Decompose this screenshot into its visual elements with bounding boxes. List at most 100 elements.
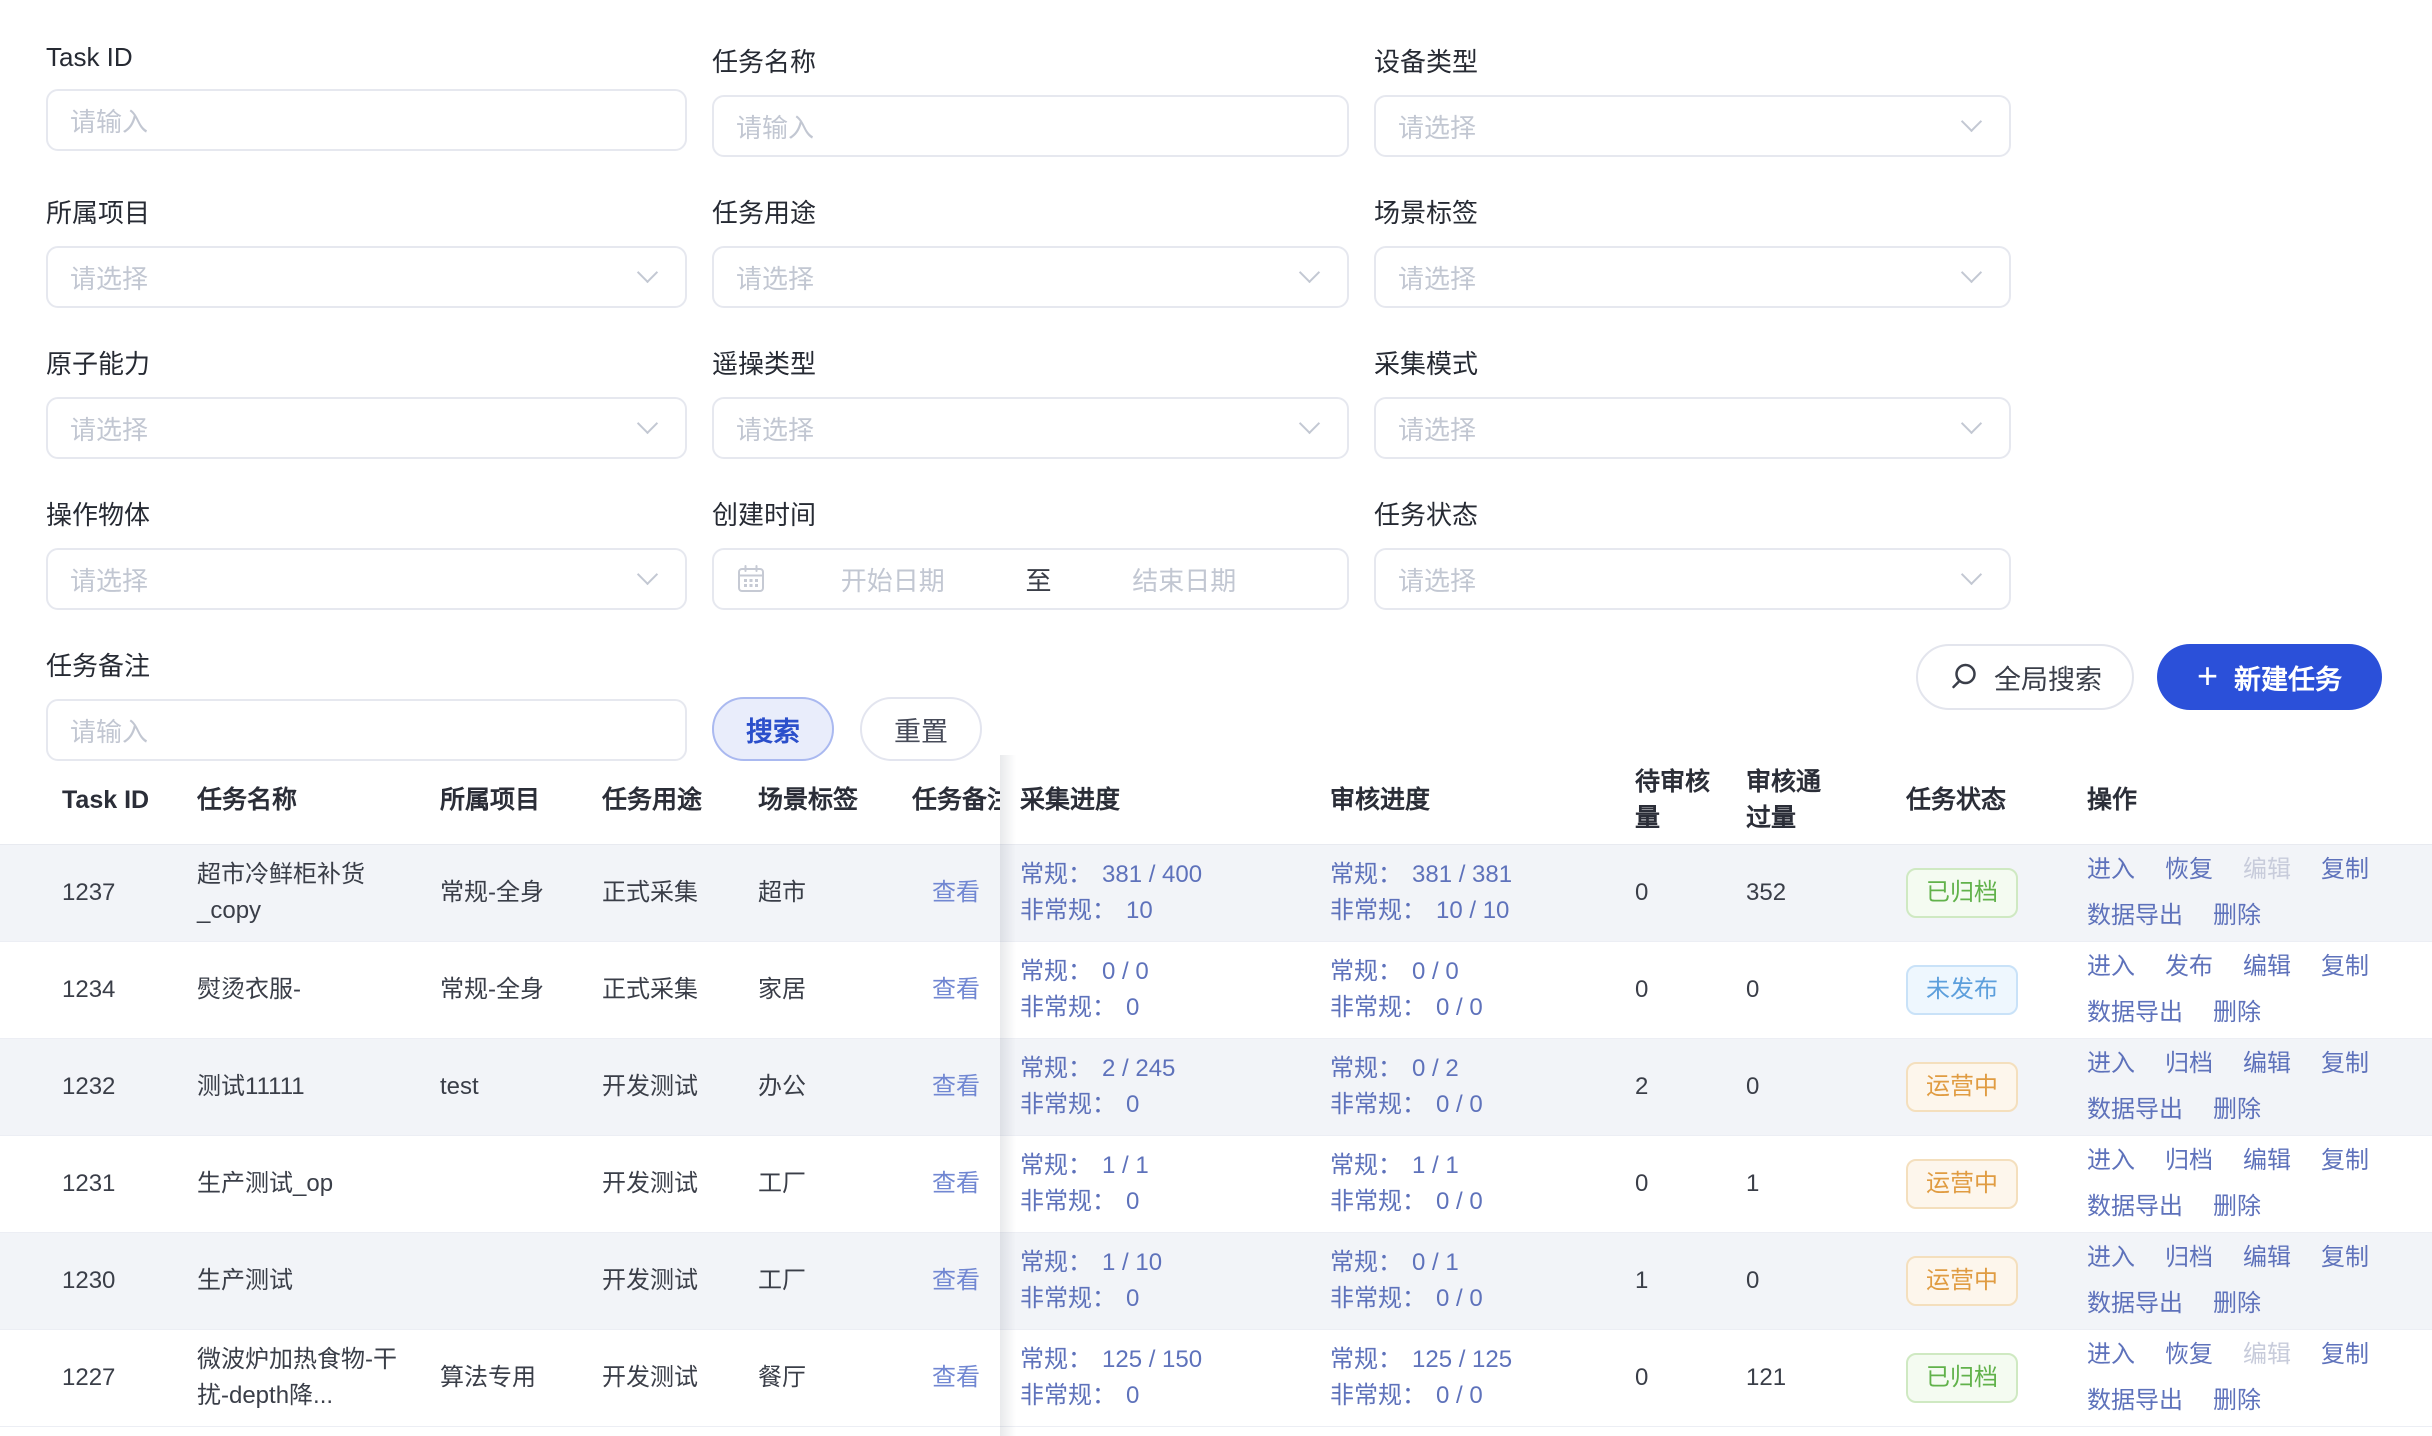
start-date-placeholder[interactable]: 开始日期 — [766, 561, 1020, 598]
op-link[interactable]: 发布 — [2165, 945, 2213, 989]
op-link[interactable]: 复制 — [2321, 1236, 2369, 1280]
header-scene-tag: 场景标签 — [758, 782, 888, 818]
cell-passed-count: 121 — [1746, 1360, 1830, 1396]
placeholder-text: 请选择 — [1398, 108, 1476, 145]
op-link[interactable]: 编辑 — [2243, 1139, 2291, 1183]
field-label: 场景标签 — [1374, 193, 2011, 230]
op-link[interactable]: 编辑 — [2243, 1042, 2291, 1086]
filter-field-operate-object: 操作物体 请选择 — [46, 495, 687, 610]
calendar-icon — [736, 564, 766, 594]
cell-pending-count: 0 — [1635, 972, 1715, 1008]
op-link[interactable]: 编辑 — [2243, 1236, 2291, 1280]
op-link[interactable]: 数据导出 — [2087, 1185, 2183, 1229]
table-header: Task ID 任务名称 所属项目 任务用途 场景标签 任务备注 采集进度 审核… — [0, 755, 2432, 845]
op-link[interactable]: 复制 — [2321, 1333, 2369, 1377]
op-link[interactable]: 复制 — [2321, 945, 2369, 989]
status-badge: 已归档 — [1906, 1353, 2018, 1403]
op-link[interactable]: 删除 — [2213, 1088, 2261, 1132]
task-name-input[interactable]: 请输入 — [712, 95, 1349, 157]
view-remark-link[interactable]: 查看 — [932, 879, 980, 906]
op-link[interactable]: 数据导出 — [2087, 991, 2183, 1035]
cell-passed-count: 352 — [1746, 875, 1830, 911]
collect-mode-select[interactable]: 请选择 — [1374, 397, 2011, 459]
reset-button[interactable]: 重置 — [860, 697, 982, 761]
op-link[interactable]: 删除 — [2213, 1379, 2261, 1423]
atomic-ability-select[interactable]: 请选择 — [46, 397, 687, 459]
cell-project: 常规-全身 — [440, 972, 544, 1008]
op-link[interactable]: 删除 — [2213, 1282, 2261, 1326]
op-link[interactable]: 复制 — [2321, 848, 2369, 892]
cell-collect-progress: 常规：1 / 1 非常规：0 — [1020, 1148, 1310, 1220]
header-purpose: 任务用途 — [602, 782, 742, 818]
cell-task-id: 1234 — [62, 972, 158, 1008]
create-task-button[interactable]: + 新建任务 — [2157, 644, 2382, 710]
row-operations: 进入 归档 编辑 复制 数据导出 删除 — [2087, 1236, 2407, 1326]
placeholder-text: 请选择 — [70, 259, 148, 296]
table-body: 1237 超市冷鲜柜补货_copy 常规-全身 正式采集 超市 查看 常规：38… — [0, 845, 2432, 1427]
op-link[interactable]: 归档 — [2165, 1042, 2213, 1086]
op-link[interactable]: 归档 — [2165, 1236, 2213, 1280]
op-link[interactable]: 进入 — [2087, 848, 2135, 892]
op-link[interactable]: 编辑 — [2243, 945, 2291, 989]
field-label: 任务用途 — [712, 193, 1349, 230]
search-button[interactable]: 搜索 — [712, 697, 834, 761]
table-row: 1231 生产测试_op 开发测试 工厂 查看 常规：1 / 1 非常规：0 常… — [0, 1136, 2432, 1233]
placeholder-text: 请选择 — [736, 259, 814, 296]
teleop-type-select[interactable]: 请选择 — [712, 397, 1349, 459]
filter-field-device-type: 设备类型 请选择 — [1374, 42, 2011, 157]
view-remark-link[interactable]: 查看 — [932, 1170, 980, 1197]
row-operations: 进入 发布 编辑 复制 数据导出 删除 — [2087, 945, 2407, 1035]
op-link[interactable]: 数据导出 — [2087, 1282, 2183, 1326]
end-date-placeholder[interactable]: 结束日期 — [1058, 561, 1312, 598]
purpose-select[interactable]: 请选择 — [712, 246, 1349, 308]
cell-project: 常规-全身 — [440, 875, 544, 911]
op-link[interactable]: 恢复 — [2165, 1333, 2213, 1377]
op-link[interactable]: 编辑 — [2243, 848, 2291, 892]
cell-task-name: 超市冷鲜柜补货_copy — [197, 857, 397, 929]
op-link[interactable]: 归档 — [2165, 1139, 2213, 1183]
row-operations: 进入 归档 编辑 复制 数据导出 删除 — [2087, 1139, 2407, 1229]
op-link[interactable]: 恢复 — [2165, 848, 2213, 892]
table-row: 1230 生产测试 开发测试 工厂 查看 常规：1 / 10 非常规：0 常规：… — [0, 1233, 2432, 1330]
field-label: 操作物体 — [46, 495, 687, 532]
cell-purpose: 开发测试 — [602, 1069, 742, 1105]
view-remark-link[interactable]: 查看 — [932, 1073, 980, 1100]
op-link[interactable]: 数据导出 — [2087, 1088, 2183, 1132]
placeholder-text: 请选择 — [1398, 259, 1476, 296]
placeholder-text: 请选择 — [736, 410, 814, 447]
project-select[interactable]: 请选择 — [46, 246, 687, 308]
field-label: 采集模式 — [1374, 344, 2011, 381]
global-search-button[interactable]: 全局搜索 — [1916, 644, 2134, 710]
table-row: 1227 微波炉加热食物-干扰-depth降... 算法专用 开发测试 餐厅 查… — [0, 1330, 2432, 1427]
cell-pending-count: 0 — [1635, 1360, 1715, 1396]
chevron-down-icon — [1299, 262, 1320, 283]
task-id-input[interactable]: 请输入 — [46, 89, 687, 151]
field-label: 原子能力 — [46, 344, 687, 381]
op-link[interactable]: 进入 — [2087, 945, 2135, 989]
view-remark-link[interactable]: 查看 — [932, 1364, 980, 1391]
view-remark-link[interactable]: 查看 — [932, 1267, 980, 1294]
cell-task-name: 微波炉加热食物-干扰-depth降... — [197, 1342, 397, 1414]
op-link[interactable]: 删除 — [2213, 1185, 2261, 1229]
op-link[interactable]: 进入 — [2087, 1042, 2135, 1086]
op-link[interactable]: 进入 — [2087, 1236, 2135, 1280]
global-search-label: 全局搜索 — [1994, 658, 2102, 697]
cell-collect-progress: 常规：381 / 400 非常规：10 — [1020, 857, 1310, 929]
op-link[interactable]: 删除 — [2213, 991, 2261, 1035]
create-time-range-picker[interactable]: 开始日期 至 结束日期 — [712, 548, 1349, 610]
op-link[interactable]: 数据导出 — [2087, 894, 2183, 938]
op-link[interactable]: 删除 — [2213, 894, 2261, 938]
op-link[interactable]: 数据导出 — [2087, 1379, 2183, 1423]
op-link[interactable]: 进入 — [2087, 1333, 2135, 1377]
operate-object-select[interactable]: 请选择 — [46, 548, 687, 610]
op-link[interactable]: 复制 — [2321, 1139, 2369, 1183]
view-remark-link[interactable]: 查看 — [932, 976, 980, 1003]
op-link[interactable]: 编辑 — [2243, 1333, 2291, 1377]
filter-field-create-time: 创建时间 开始日期 至 结束日期 — [712, 495, 1349, 610]
task-remark-input[interactable]: 请输入 — [46, 699, 687, 761]
scene-tag-select[interactable]: 请选择 — [1374, 246, 2011, 308]
device-type-select[interactable]: 请选择 — [1374, 95, 2011, 157]
op-link[interactable]: 进入 — [2087, 1139, 2135, 1183]
op-link[interactable]: 复制 — [2321, 1042, 2369, 1086]
task-status-select[interactable]: 请选择 — [1374, 548, 2011, 610]
